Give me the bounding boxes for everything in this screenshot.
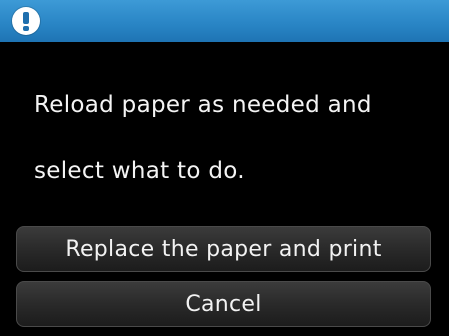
alert-icon-dot (23, 26, 29, 31)
cancel-button[interactable]: Cancel (16, 281, 431, 327)
replace-paper-and-print-button[interactable]: Replace the paper and print (16, 226, 431, 272)
header-bar (0, 0, 449, 42)
printer-lcd-screen: Reload paper as needed and select what t… (0, 0, 449, 336)
alert-icon-bar (23, 12, 29, 24)
message-text: Reload paper as needed and select what t… (34, 56, 434, 221)
alert-icon (12, 7, 40, 35)
message-line-2: select what to do. (34, 158, 245, 184)
cancel-label: Cancel (185, 291, 262, 317)
message-line-1: Reload paper as needed and (34, 92, 372, 118)
replace-paper-and-print-label: Replace the paper and print (65, 236, 382, 262)
